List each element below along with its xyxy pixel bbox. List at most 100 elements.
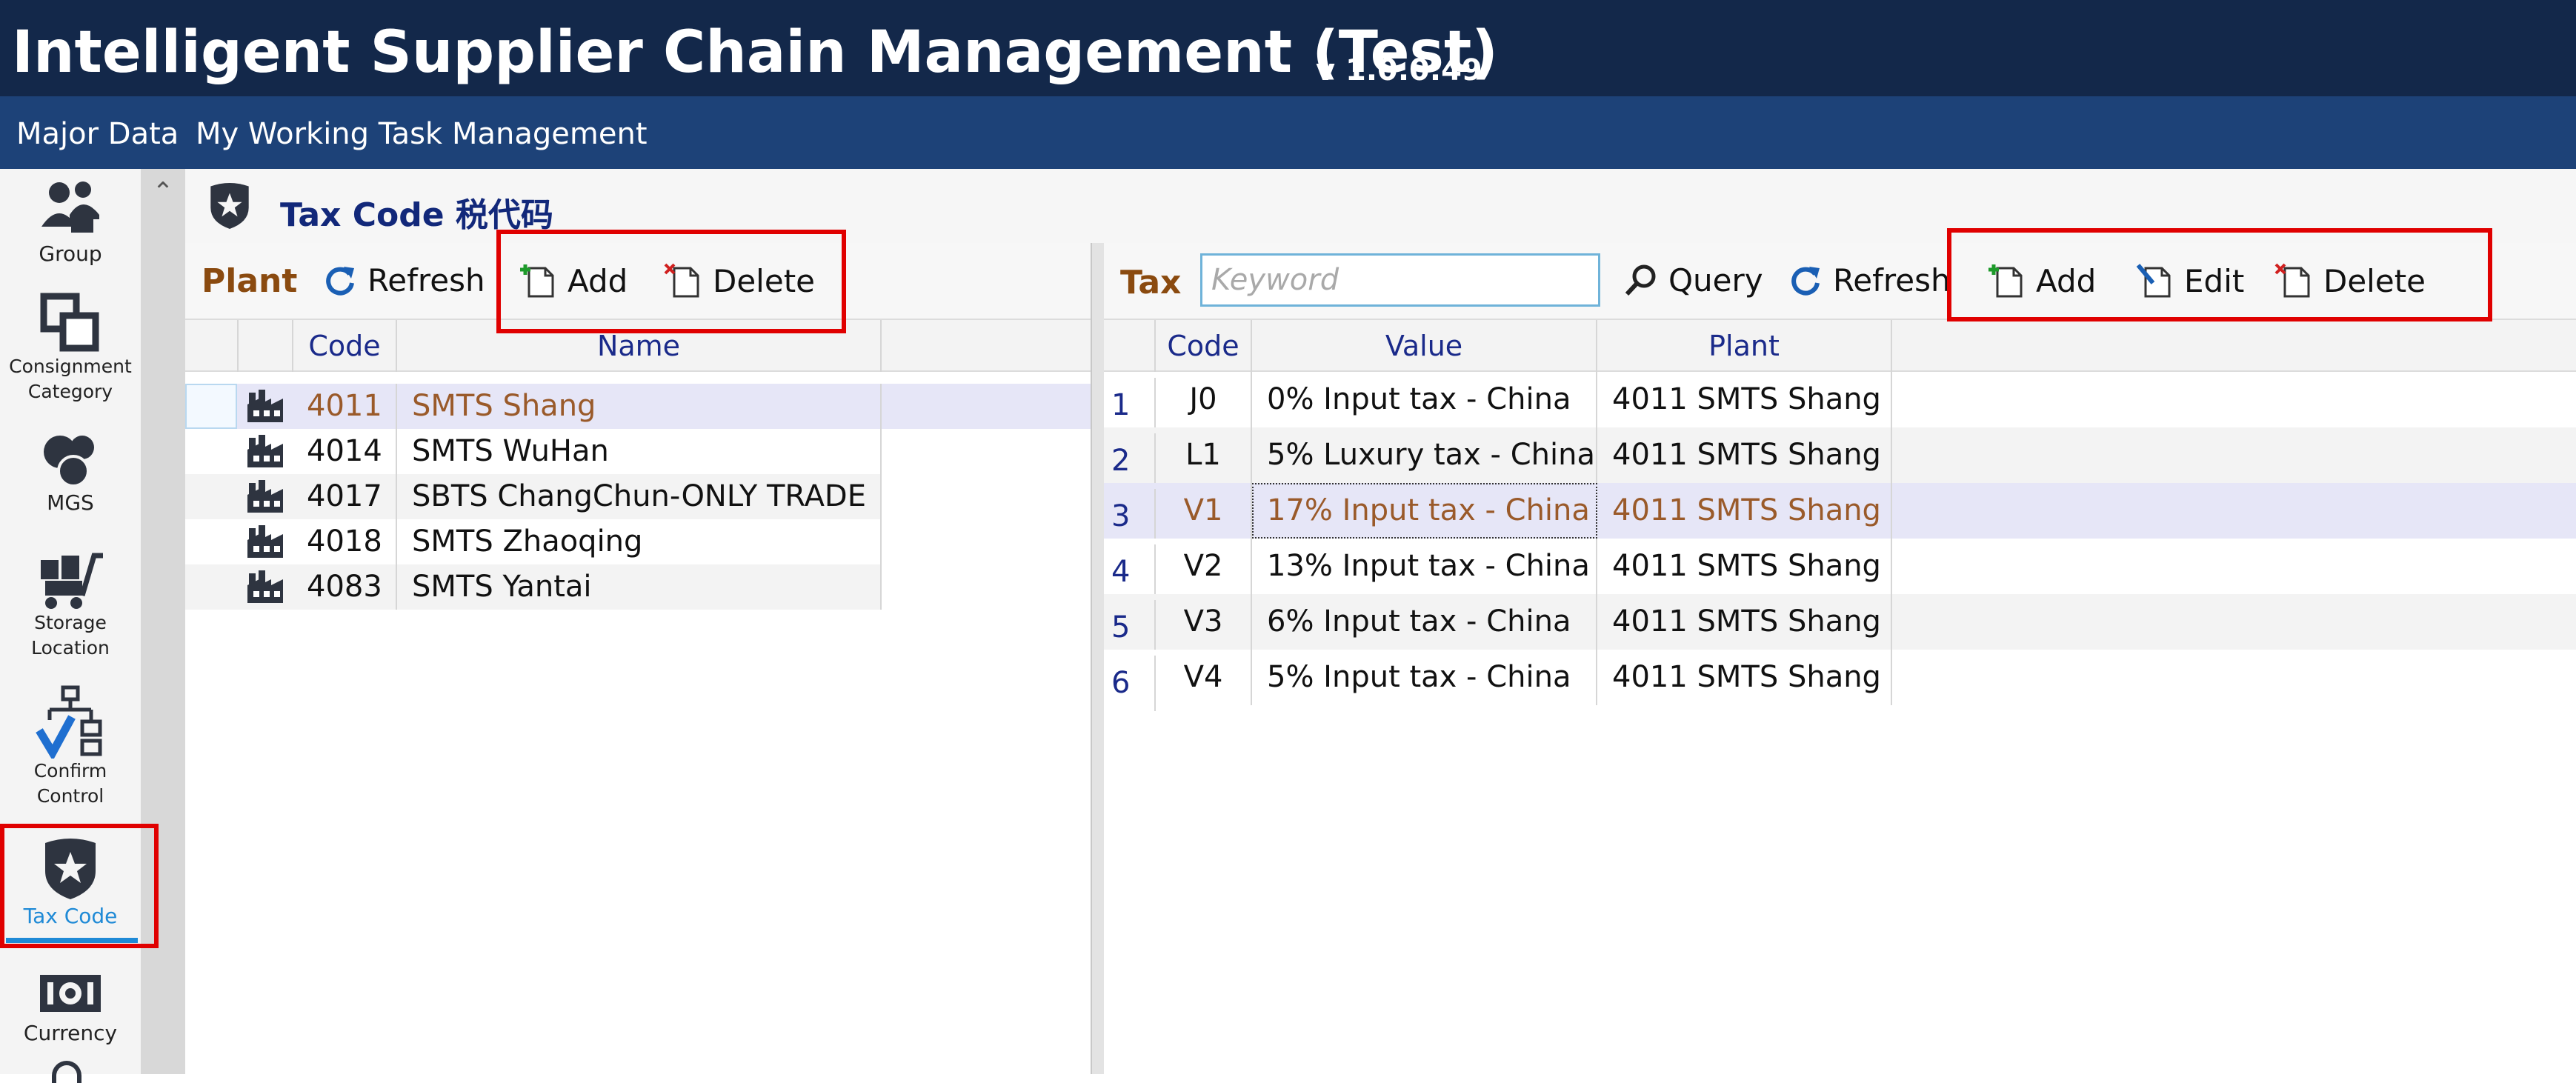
tax-row[interactable]: 4 V2 13% Input tax - China 4011 SMTS Sha…: [1104, 539, 2576, 600]
nav-label: Consignment Category: [9, 356, 132, 402]
plant-name: SBTS ChangChun-ONLY TRADE: [397, 474, 882, 519]
tax-plant: 4011 SMTS Shang: [1597, 483, 1892, 539]
row-number: 6: [1104, 656, 1156, 711]
column-header-value[interactable]: Value: [1252, 320, 1597, 372]
plant-row[interactable]: 4014 SMTS WuHan: [185, 429, 882, 474]
panel-splitter[interactable]: [1091, 243, 1104, 1074]
tax-row[interactable]: 1 J0 0% Input tax - China 4011 SMTS Shan…: [1104, 372, 2576, 433]
plant-row[interactable]: 4083 SMTS Yantai: [185, 564, 882, 610]
plant-refresh-button[interactable]: Refresh: [323, 262, 485, 299]
tax-plant: 4011 SMTS Shang: [1597, 372, 1892, 427]
plant-name: SMTS Zhaoqing: [397, 519, 882, 564]
keyword-search-input[interactable]: [1200, 253, 1600, 307]
plant-code: 4018: [293, 519, 397, 564]
tax-code-shield-icon: [210, 183, 249, 229]
tax-row-selected[interactable]: 3 V1 17% Input tax - China 4011 SMTS Sha…: [1104, 483, 2576, 544]
tax-label: Tax: [1120, 264, 1182, 301]
row-number-header: [1104, 320, 1156, 372]
confirm-control-icon: [36, 685, 102, 759]
menu-major-data[interactable]: Major Data: [16, 117, 179, 151]
row-number: 5: [1104, 600, 1156, 656]
currency-icon: [40, 975, 101, 1012]
group-icon: [41, 181, 99, 233]
plant-panel: Plant Refresh Add Delete Code Name 4011 …: [185, 243, 1091, 1074]
factory-icon: [247, 390, 283, 422]
menu-management[interactable]: Management: [452, 117, 648, 151]
tax-code: V2: [1156, 539, 1252, 594]
highlight-box-nav: [0, 824, 159, 948]
nav-item-currency[interactable]: Currency: [0, 967, 141, 1047]
query-button[interactable]: Query: [1623, 262, 1763, 299]
tax-plant: 4011 SMTS Shang: [1597, 539, 1892, 594]
factory-icon: [247, 480, 283, 513]
plant-name: SMTS WuHan: [397, 429, 882, 474]
consignment-category-icon: [40, 293, 99, 352]
plant-name: SMTS Yantai: [397, 564, 882, 610]
column-header-code[interactable]: Code: [293, 320, 397, 372]
tax-value-focused: 17% Input tax - China: [1252, 483, 1597, 539]
tax-code: V4: [1156, 650, 1252, 705]
plant-name: SMTS Shang: [397, 384, 882, 429]
plant-code: 4011: [293, 384, 397, 429]
scroll-up-icon[interactable]: ⌃: [147, 176, 179, 207]
plant-row[interactable]: 4018 SMTS Zhaoqing: [185, 519, 882, 564]
nav-item-storage-location[interactable]: Storage Location: [0, 548, 141, 661]
refresh-label: Refresh: [1833, 262, 1951, 299]
plant-row-selected[interactable]: 4011 SMTS Shang: [185, 384, 1091, 429]
nav-item-confirm-control[interactable]: Confirm Control: [0, 684, 141, 809]
tax-plant: 4011 SMTS Shang: [1597, 594, 1892, 650]
tax-row[interactable]: 2 L1 5% Luxury tax - China 4011 SMTS Sha…: [1104, 427, 2576, 489]
nav-item-mgs[interactable]: MGS: [0, 430, 141, 517]
nav-item-consignment-category[interactable]: Consignment Category: [0, 292, 141, 404]
tax-code: J0: [1156, 372, 1252, 427]
plant-label: Plant: [202, 262, 298, 300]
tax-row[interactable]: 5 V3 6% Input tax - China 4011 SMTS Shan…: [1104, 594, 2576, 656]
plant-code: 4083: [293, 564, 397, 610]
row-number: 1: [1104, 378, 1156, 433]
tax-plant: 4011 SMTS Shang: [1597, 650, 1892, 705]
column-header-code[interactable]: Code: [1156, 320, 1252, 372]
nav-label: Currency: [23, 1021, 118, 1045]
tax-code: L1: [1156, 427, 1252, 483]
plant-code: 4017: [293, 474, 397, 519]
tax-row[interactable]: 6 V4 5% Input tax - China 4011 SMTS Shan…: [1104, 650, 1892, 711]
nav-label: MGS: [47, 490, 94, 515]
storage-location-icon: [41, 553, 103, 609]
row-number: 4: [1104, 544, 1156, 600]
tax-plant: 4011 SMTS Shang: [1597, 427, 1892, 483]
highlight-box-tax-actions: [1947, 228, 2492, 321]
column-header-plant[interactable]: Plant: [1597, 320, 1892, 372]
factory-icon: [247, 525, 283, 558]
menu-my-working-task[interactable]: My Working Task: [196, 117, 442, 151]
app-title: Intelligent Supplier Chain Management (T…: [12, 19, 1498, 86]
tax-code: V3: [1156, 594, 1252, 650]
plant-code: 4014: [293, 429, 397, 474]
nav-label: Confirm Control: [33, 760, 107, 807]
refresh-label: Refresh: [367, 262, 485, 299]
nav-label: Group: [39, 241, 102, 266]
tax-panel: Tax Query Refresh Add Edit: [1104, 243, 2576, 1074]
plant-row[interactable]: 4017 SBTS ChangChun-ONLY TRADE: [185, 474, 882, 519]
nav-item-group[interactable]: Group: [0, 178, 141, 268]
refresh-icon: [1791, 266, 1820, 296]
tax-value: 5% Luxury tax - China: [1252, 427, 1597, 483]
row-number: 2: [1104, 433, 1156, 489]
tax-refresh-button[interactable]: Refresh: [1788, 262, 1951, 299]
tax-value: 6% Input tax - China: [1252, 594, 1597, 650]
app-version: v 1.0.0.49: [1316, 53, 1482, 87]
module-title: Tax Code 税代码: [280, 196, 553, 234]
tax-value: 13% Input tax - China: [1252, 539, 1597, 594]
tax-value: 0% Input tax - China: [1252, 372, 1597, 427]
search-icon: [1625, 264, 1656, 296]
row-selector[interactable]: [185, 384, 237, 429]
refresh-icon: [326, 266, 354, 296]
mgs-icon: [44, 436, 94, 487]
factory-icon: [247, 435, 283, 467]
row-number: 3: [1104, 489, 1156, 544]
factory-icon: [247, 570, 283, 603]
highlight-box-plant-actions: [496, 230, 846, 333]
tax-grid-header: Code Value Plant: [1104, 320, 2576, 372]
tax-value: 5% Input tax - China: [1252, 650, 1597, 705]
icon-column-header: [237, 320, 293, 372]
nav-label: Storage Location: [31, 612, 110, 659]
